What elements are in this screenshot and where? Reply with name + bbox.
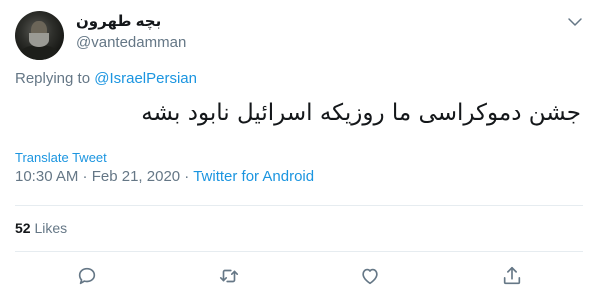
meta-separator: · bbox=[78, 168, 92, 185]
avatar-shoulders bbox=[19, 45, 59, 60]
avatar[interactable] bbox=[15, 11, 64, 60]
tweet-meta: 10:30 AM · Feb 21, 2020 · Twitter for An… bbox=[15, 168, 314, 185]
replying-to: Replying to @IsraelPersian bbox=[15, 70, 197, 87]
avatar-beard bbox=[29, 33, 49, 47]
author-handle[interactable]: @vantedamman bbox=[76, 34, 186, 51]
share-icon[interactable] bbox=[501, 265, 523, 287]
likes-stat[interactable]: 52 Likes bbox=[15, 220, 67, 236]
replying-to-handle-link[interactable]: @IsraelPersian bbox=[94, 70, 197, 87]
heart-icon[interactable] bbox=[359, 265, 381, 287]
meta-separator: · bbox=[180, 168, 194, 185]
chevron-down-icon[interactable] bbox=[566, 13, 584, 31]
divider bbox=[15, 251, 583, 252]
author-display-name[interactable]: بچه طهرون bbox=[76, 12, 161, 30]
tweet-card: بچه طهرون @vantedamman Replying to @Isra… bbox=[0, 0, 598, 300]
tweet-time[interactable]: 10:30 AM bbox=[15, 168, 78, 185]
likes-count: 52 bbox=[15, 220, 31, 236]
reply-icon[interactable] bbox=[76, 265, 98, 287]
translate-tweet-link[interactable]: Translate Tweet bbox=[15, 150, 107, 165]
tweet-text: جشن دموکراسی ما روزیکه اسرائیل نابود بشه bbox=[141, 100, 581, 126]
likes-label: Likes bbox=[34, 220, 68, 236]
replying-to-prefix: Replying to bbox=[15, 70, 95, 87]
divider bbox=[15, 205, 583, 206]
retweet-icon[interactable] bbox=[218, 265, 240, 287]
tweet-source-link[interactable]: Twitter for Android bbox=[193, 168, 314, 185]
tweet-date[interactable]: Feb 21, 2020 bbox=[92, 168, 180, 185]
